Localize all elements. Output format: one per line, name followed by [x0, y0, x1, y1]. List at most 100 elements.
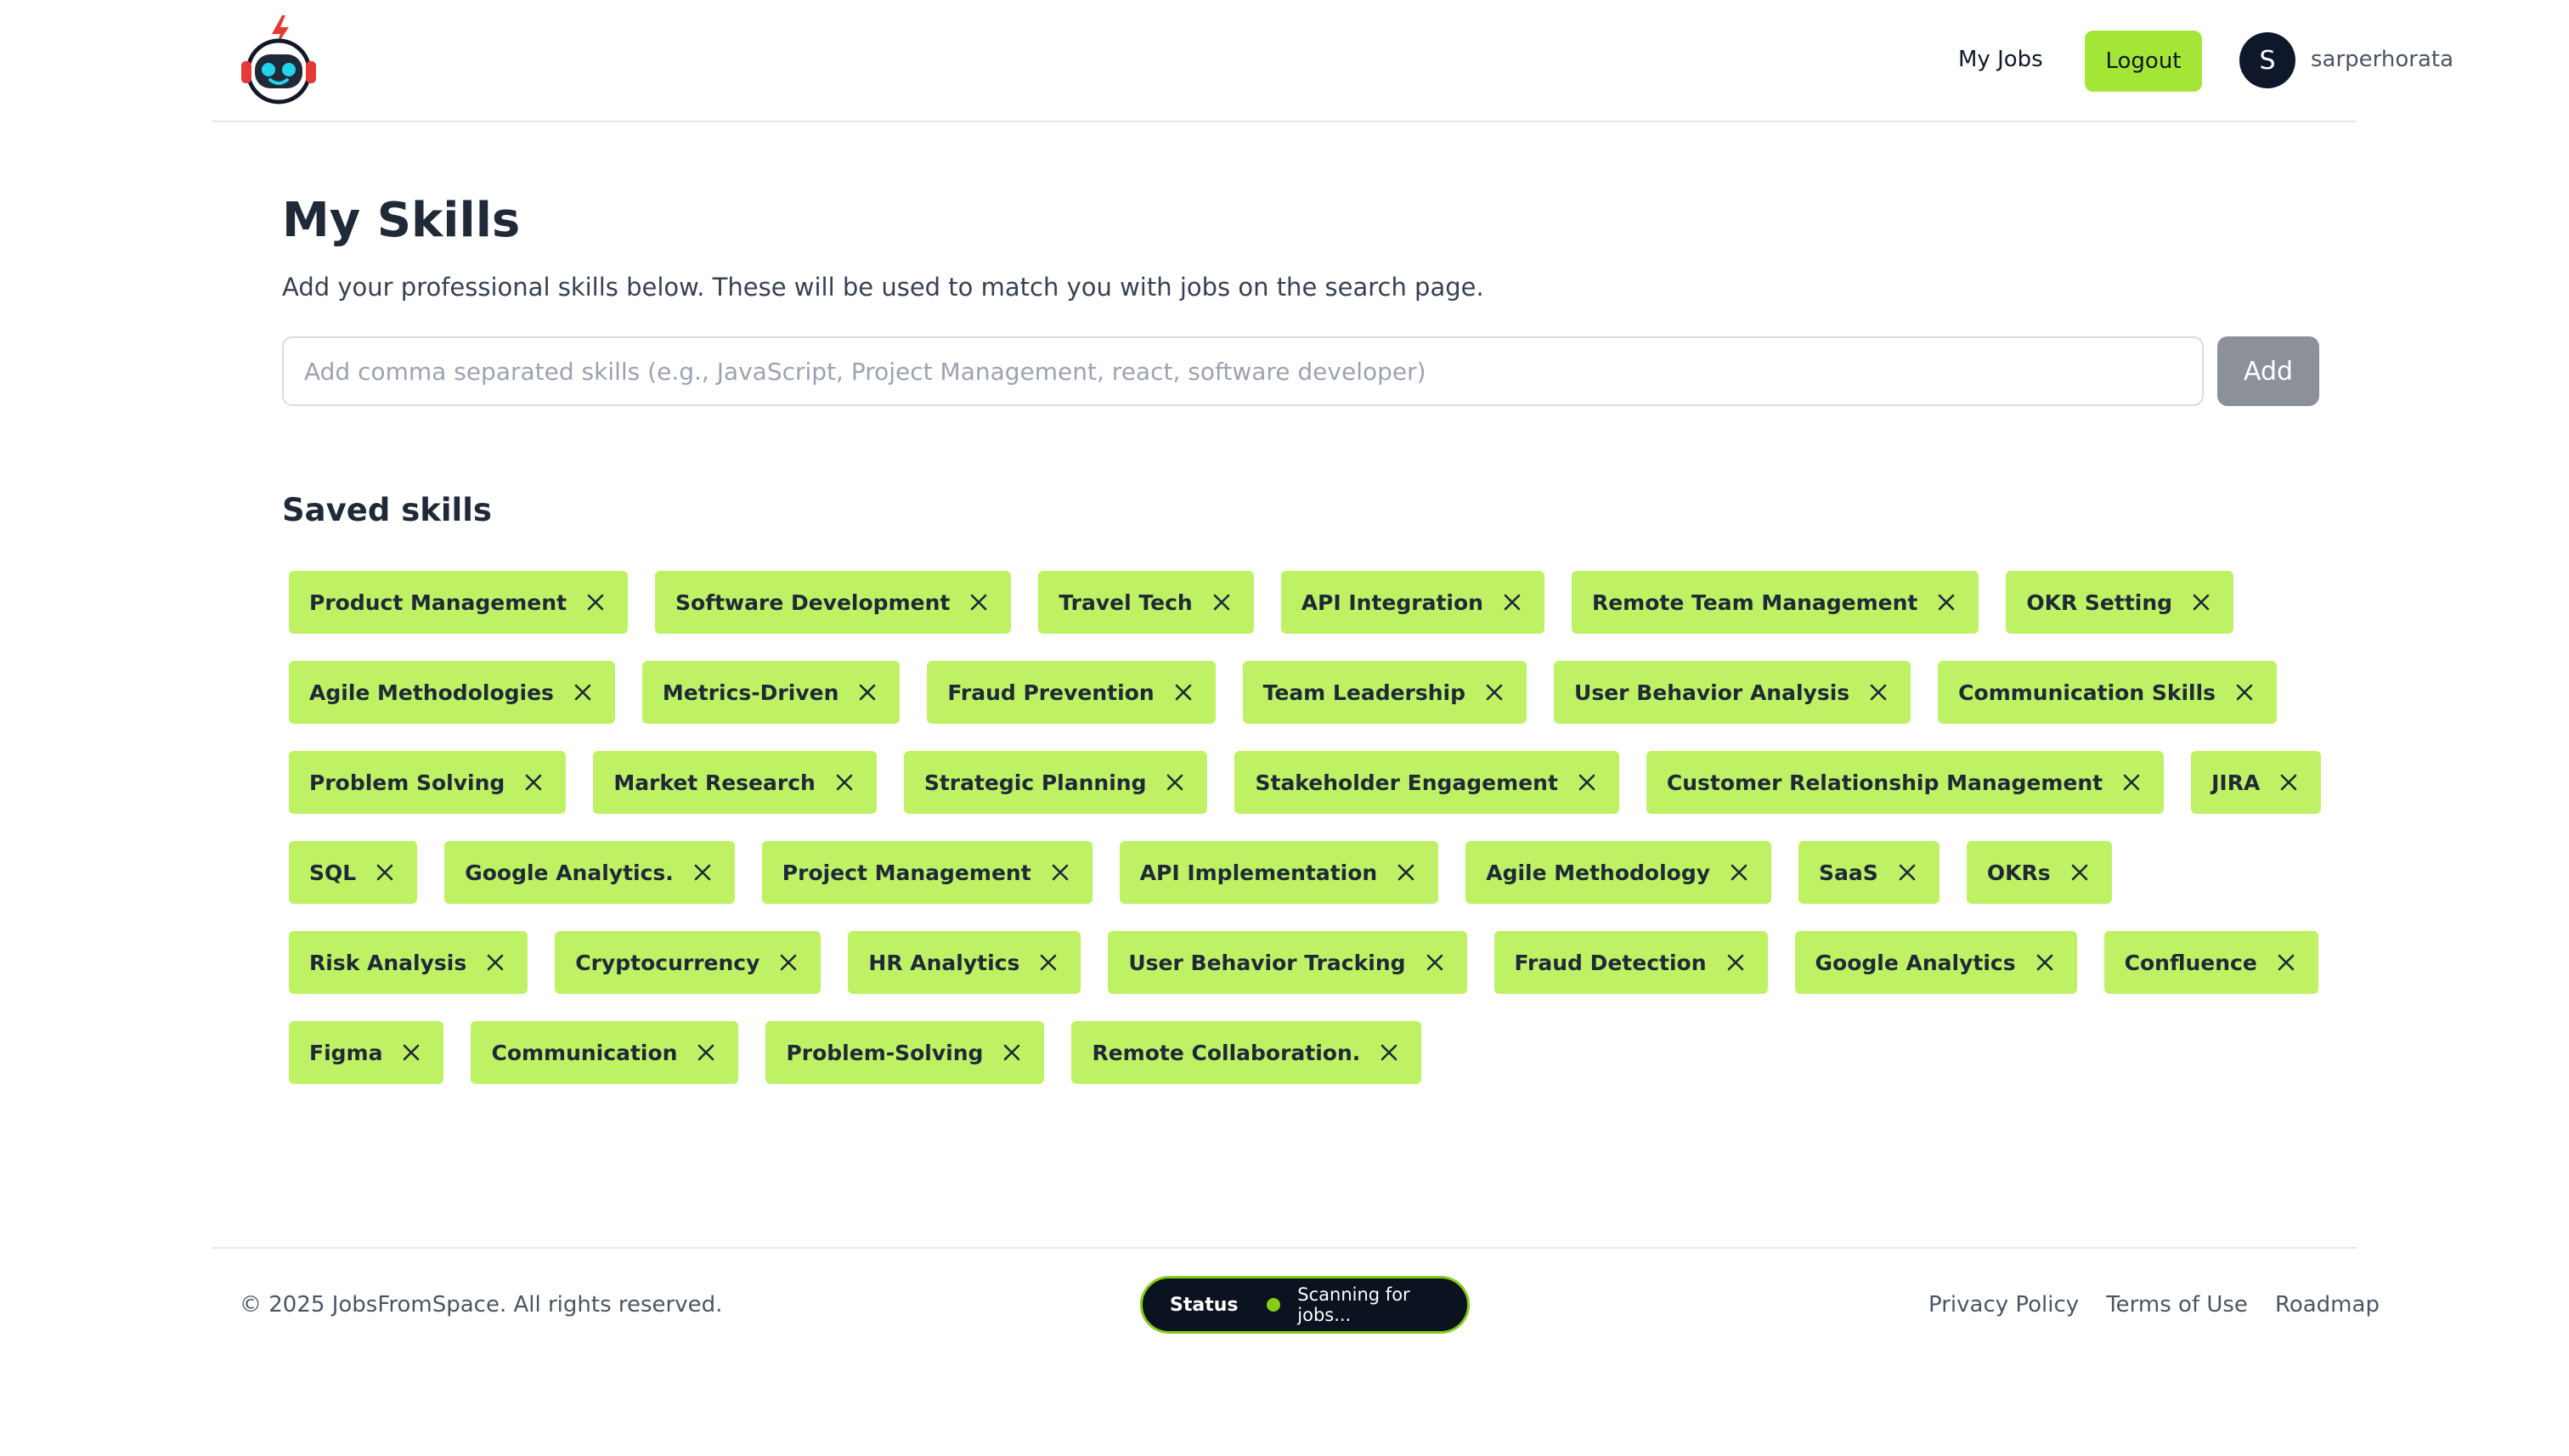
skill-chip-list: Product Management Software Development Tr…: [289, 571, 2328, 1084]
skill-chip-label: OKR Setting: [2026, 590, 2173, 615]
close-icon[interactable]: [1500, 590, 1524, 614]
roadmap-link[interactable]: Roadmap: [2275, 1288, 2380, 1322]
close-icon[interactable]: [373, 861, 397, 884]
robot-logo-icon[interactable]: [238, 12, 319, 105]
close-icon[interactable]: [522, 770, 545, 794]
skill-chip: API Integration: [1280, 571, 1544, 634]
page-description: Add your professional skills below. Thes…: [282, 273, 1484, 302]
close-icon[interactable]: [1423, 951, 1447, 974]
skill-chip: User Behavior Tracking: [1108, 931, 1467, 994]
close-icon[interactable]: [571, 680, 595, 704]
copyright-text: © 2025 JobsFromSpace. All rights reserve…: [240, 1292, 723, 1318]
close-icon[interactable]: [1934, 590, 1958, 614]
close-icon[interactable]: [694, 1041, 718, 1064]
skill-chip: Customer Relationship Management: [1646, 751, 2165, 814]
close-icon[interactable]: [1724, 951, 1747, 974]
close-icon[interactable]: [1377, 1041, 1401, 1064]
skill-chip: JIRA: [2191, 751, 2322, 814]
close-icon[interactable]: [1866, 680, 1890, 704]
close-icon[interactable]: [1727, 861, 1751, 884]
skill-chip-label: Communication: [491, 1040, 678, 1065]
skill-chip-label: Remote Team Management: [1591, 590, 1918, 615]
skill-chip-label: JIRA: [2211, 770, 2261, 795]
close-icon[interactable]: [1482, 680, 1506, 704]
logout-button[interactable]: Logout: [2085, 31, 2202, 92]
footer-divider: [212, 1247, 2357, 1249]
terms-of-use-link[interactable]: Terms of Use: [2106, 1288, 2248, 1322]
skill-chip: Software Development: [655, 571, 1012, 634]
skill-chip: Problem Solving: [289, 751, 567, 814]
close-icon[interactable]: [1163, 770, 1187, 794]
skill-chip: Project Management: [761, 841, 1093, 904]
skill-chip-label: SQL: [309, 860, 357, 885]
close-icon[interactable]: [1575, 770, 1599, 794]
close-icon[interactable]: [2120, 770, 2143, 794]
saved-skills-heading: Saved skills: [282, 492, 492, 528]
skill-chip-label: Stakeholder Engagement: [1255, 770, 1558, 795]
skill-chip-label: User Behavior Analysis: [1574, 680, 1850, 705]
skill-chip: OKR Setting: [2006, 571, 2234, 634]
skill-chip-label: Customer Relationship Management: [1666, 770, 2103, 795]
skill-chip-label: Agile Methodology: [1486, 860, 1711, 885]
close-icon[interactable]: [2274, 951, 2298, 974]
close-icon[interactable]: [1048, 861, 1072, 884]
skill-chip-label: OKRs: [1986, 860, 2051, 885]
close-icon[interactable]: [2233, 680, 2256, 704]
skill-chip-label: Remote Collaboration.: [1092, 1040, 1361, 1065]
close-icon[interactable]: [399, 1041, 423, 1064]
skill-chip: Fraud Prevention: [927, 661, 1216, 724]
add-skill-button[interactable]: Add: [2217, 336, 2319, 406]
skill-chip: Agile Methodologies: [289, 661, 615, 724]
close-icon[interactable]: [967, 590, 991, 614]
close-icon[interactable]: [1210, 590, 1234, 614]
close-icon[interactable]: [2277, 770, 2301, 794]
skill-chip-label: Travel Tech: [1059, 590, 1193, 615]
skill-chip: Market Research: [593, 751, 877, 814]
skill-chip-label: Problem Solving: [309, 770, 505, 795]
close-icon[interactable]: [584, 590, 607, 614]
skill-chip: Risk Analysis: [289, 931, 528, 994]
close-icon[interactable]: [2189, 590, 2213, 614]
nav-my-jobs-link[interactable]: My Jobs: [1958, 42, 2043, 76]
skill-chip-label: Team Leadership: [1262, 680, 1466, 705]
close-icon[interactable]: [483, 951, 507, 974]
skill-chip: Fraud Detection: [1493, 931, 1768, 994]
skill-chip-label: Agile Methodologies: [309, 680, 554, 705]
close-icon[interactable]: [2033, 951, 2057, 974]
skill-chip: HR Analytics: [848, 931, 1081, 994]
skills-input[interactable]: [282, 336, 2204, 406]
skill-chip-label: Figma: [309, 1040, 383, 1065]
skill-chip-label: SaaS: [1819, 860, 1878, 885]
close-icon[interactable]: [833, 770, 856, 794]
skill-chip: Communication: [471, 1021, 739, 1084]
close-icon[interactable]: [691, 861, 714, 884]
close-icon[interactable]: [1895, 861, 1919, 884]
skill-chip: Product Management: [289, 571, 629, 634]
skill-chip: SaaS: [1798, 841, 1939, 904]
username-label: sarperhorata: [2311, 47, 2454, 72]
skill-chip: Team Leadership: [1242, 661, 1527, 724]
skill-chip-label: API Implementation: [1139, 860, 1378, 885]
close-icon[interactable]: [855, 680, 879, 704]
close-icon[interactable]: [1394, 861, 1418, 884]
skill-chip: Figma: [289, 1021, 444, 1084]
skill-chip-label: Problem-Solving: [786, 1040, 984, 1065]
skill-chip-label: Market Research: [613, 770, 816, 795]
skill-chip-label: Metrics-Driven: [662, 680, 839, 705]
skill-chip: Stakeholder Engagement: [1234, 751, 1619, 814]
close-icon[interactable]: [776, 951, 800, 974]
status-label: Status: [1170, 1294, 1239, 1316]
privacy-policy-link[interactable]: Privacy Policy: [1928, 1288, 2079, 1322]
close-icon[interactable]: [1036, 951, 1060, 974]
skill-chip: Agile Methodology: [1465, 841, 1772, 904]
close-icon[interactable]: [1000, 1041, 1024, 1064]
skill-chip: Cryptocurrency: [555, 931, 822, 994]
top-header: My Jobs Logout S sarperhorata: [212, 0, 2453, 122]
user-avatar[interactable]: S: [2239, 32, 2295, 88]
skill-chip-label: Google Analytics: [1815, 950, 2016, 975]
close-icon[interactable]: [2068, 861, 2092, 884]
skill-chip-label: Communication Skills: [1958, 680, 2216, 705]
close-icon[interactable]: [1172, 680, 1195, 704]
status-indicator: Status Scanning for jobs...: [1140, 1276, 1470, 1334]
skill-chip: Remote Collaboration.: [1071, 1021, 1422, 1084]
